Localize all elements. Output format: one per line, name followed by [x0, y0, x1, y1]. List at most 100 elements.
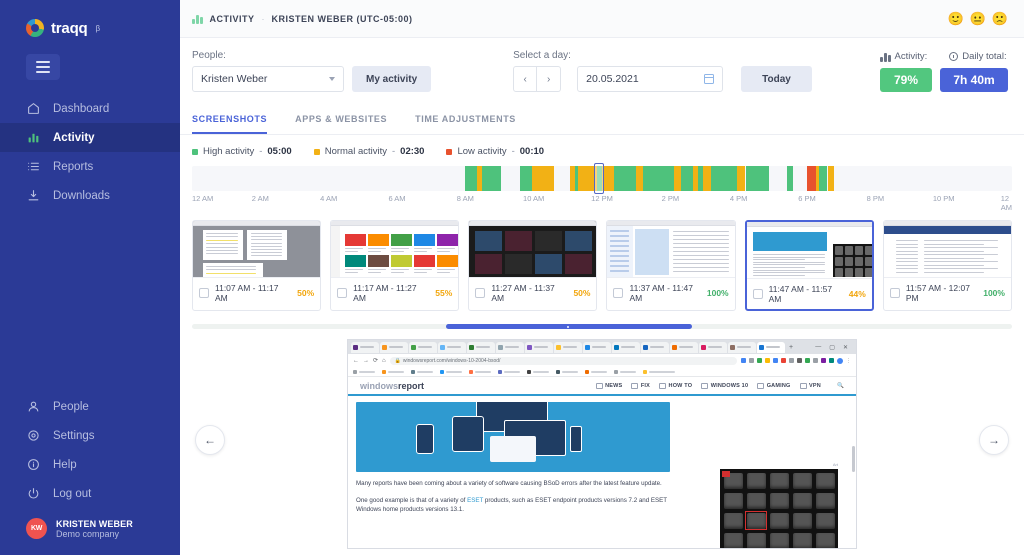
bookmark-item[interactable] — [353, 370, 375, 374]
screenshot-scrollbar[interactable] — [192, 324, 1012, 329]
bookmark-item[interactable] — [411, 370, 433, 374]
mood-sad-icon[interactable]: 🙁 — [992, 12, 1008, 25]
bookmark-item[interactable] — [469, 370, 491, 374]
screenshot-checkbox[interactable] — [337, 288, 347, 298]
home-icon[interactable]: ⌂ — [382, 358, 386, 364]
screenshot-thumbnail[interactable] — [469, 221, 596, 277]
extension-icon[interactable] — [805, 358, 810, 363]
screenshot-checkbox[interactable] — [475, 288, 485, 298]
bookmark-item[interactable] — [440, 370, 462, 374]
browser-tab[interactable] — [380, 342, 408, 353]
screenshot-checkbox[interactable] — [753, 289, 763, 299]
screenshot-card[interactable]: 11:27 AM - 11:37 AM50% — [468, 220, 597, 311]
bookmark-item[interactable] — [556, 370, 578, 374]
extension-icon[interactable] — [789, 358, 794, 363]
browser-tab[interactable] — [670, 342, 698, 353]
bookmark-item[interactable] — [643, 370, 675, 374]
extension-icon[interactable] — [829, 358, 834, 363]
close-icon[interactable]: ✕ — [843, 344, 848, 351]
bookmark-item[interactable] — [498, 370, 520, 374]
site-menu-item[interactable]: WINDOWS 10 — [701, 383, 748, 389]
screenshot-card[interactable]: 11:07 AM - 11:17 AM50% — [192, 220, 321, 311]
next-screenshot-button[interactable]: → — [979, 425, 1009, 455]
extension-icon[interactable] — [781, 358, 786, 363]
mood-happy-icon[interactable]: 🙂 — [947, 12, 963, 25]
bookmark-item[interactable] — [585, 370, 607, 374]
sidebar-item-activity[interactable]: Activity — [0, 123, 180, 152]
mood-neutral-icon[interactable]: 😐 — [970, 12, 986, 25]
screenshot-checkbox[interactable] — [613, 288, 623, 298]
browser-tab[interactable] — [351, 342, 379, 353]
address-bar[interactable]: 🔒 windowsreport.com/windows-10-2004-bsod… — [390, 357, 737, 365]
prev-screenshot-button[interactable]: ← — [195, 425, 225, 455]
extension-icon[interactable] — [749, 358, 754, 363]
extension-icon[interactable] — [773, 358, 778, 363]
reload-icon[interactable]: ⟳ — [373, 357, 378, 364]
activity-timeline[interactable] — [192, 166, 1012, 191]
next-day-button[interactable]: › — [537, 66, 561, 92]
browser-tab[interactable] — [641, 342, 669, 353]
screenshot-thumbnail[interactable] — [747, 222, 872, 278]
screenshot-card[interactable]: 11:47 AM - 11:57 AM44% — [745, 220, 874, 311]
screenshot-thumbnail[interactable] — [607, 221, 734, 277]
extension-icon[interactable] — [821, 358, 826, 363]
maximize-icon[interactable]: ▢ — [829, 344, 835, 351]
sidebar-item-downloads[interactable]: Downloads — [0, 181, 180, 210]
screenshot-checkbox[interactable] — [199, 288, 209, 298]
screenshot-thumbnail[interactable] — [884, 221, 1011, 277]
my-activity-button[interactable]: My activity — [352, 66, 431, 92]
timeline-cursor[interactable] — [594, 163, 604, 194]
screenshot-thumbnail[interactable] — [193, 221, 320, 277]
site-menu-item[interactable]: HOW TO — [659, 383, 692, 389]
browser-menu-icon[interactable]: ⋮ — [846, 358, 851, 364]
browser-tab[interactable] — [699, 342, 727, 353]
screenshot-card[interactable]: 11:37 AM - 11:47 AM100% — [606, 220, 735, 311]
page-scrollbar[interactable] — [852, 446, 855, 472]
forward-icon[interactable]: → — [363, 358, 369, 364]
site-menu-item[interactable]: GAMING — [757, 383, 790, 389]
site-menu-item[interactable]: FIX — [631, 383, 650, 389]
today-button[interactable]: Today — [741, 66, 812, 92]
screenshot-card[interactable]: 11:17 AM - 11:27 AM55% — [330, 220, 459, 311]
brand[interactable]: traqq β — [0, 0, 180, 44]
browser-tab[interactable] — [583, 342, 611, 353]
browser-tab[interactable] — [467, 342, 495, 353]
scrollbar-thumb[interactable] — [446, 324, 692, 329]
extension-icon[interactable] — [741, 358, 746, 363]
eset-link[interactable]: ESET — [467, 497, 483, 504]
profile-avatar-icon[interactable] — [837, 358, 843, 364]
extension-icon[interactable] — [813, 358, 818, 363]
browser-tab[interactable] — [728, 342, 756, 353]
sidebar-item-dashboard[interactable]: Dashboard — [0, 94, 180, 123]
screenshot-card[interactable]: 11:57 AM - 12:07 PM100% — [883, 220, 1012, 311]
tab-time-adjustments[interactable]: TIME ADJUSTMENTS — [415, 114, 516, 134]
calendar-icon[interactable] — [704, 74, 714, 84]
site-menu-item[interactable]: VPN — [800, 383, 821, 389]
site-logo[interactable]: windowsreport — [360, 381, 424, 391]
date-input[interactable]: 20.05.2021 — [577, 66, 723, 92]
browser-tab[interactable] — [757, 342, 785, 353]
browser-tab[interactable] — [496, 342, 524, 353]
site-menu-item[interactable]: NEWS — [596, 383, 623, 389]
browser-tab[interactable] — [612, 342, 640, 353]
extension-icon[interactable] — [757, 358, 762, 363]
user-profile[interactable]: KW KRISTEN WEBER Demo company — [0, 508, 180, 539]
screenshot-thumbnail[interactable] — [331, 221, 458, 277]
search-icon[interactable]: 🔍 — [837, 383, 844, 389]
bookmark-item[interactable] — [382, 370, 404, 374]
minimize-icon[interactable]: — — [815, 344, 821, 351]
back-icon[interactable]: ← — [353, 358, 359, 364]
sidebar-item-reports[interactable]: Reports — [0, 152, 180, 181]
prev-day-button[interactable]: ‹ — [513, 66, 537, 92]
sidebar-item-people[interactable]: People — [0, 392, 180, 421]
screenshot-checkbox[interactable] — [890, 288, 900, 298]
extension-icon[interactable] — [765, 358, 770, 363]
sidebar-item-logout[interactable]: Log out — [0, 479, 180, 508]
tab-screenshots[interactable]: SCREENSHOTS — [192, 114, 267, 134]
hamburger-icon[interactable] — [26, 54, 60, 80]
sidebar-item-settings[interactable]: Settings — [0, 421, 180, 450]
people-select[interactable]: Kristen Weber — [192, 66, 344, 92]
browser-tab[interactable] — [525, 342, 553, 353]
sidebar-item-help[interactable]: Help — [0, 450, 180, 479]
extension-icon[interactable] — [797, 358, 802, 363]
